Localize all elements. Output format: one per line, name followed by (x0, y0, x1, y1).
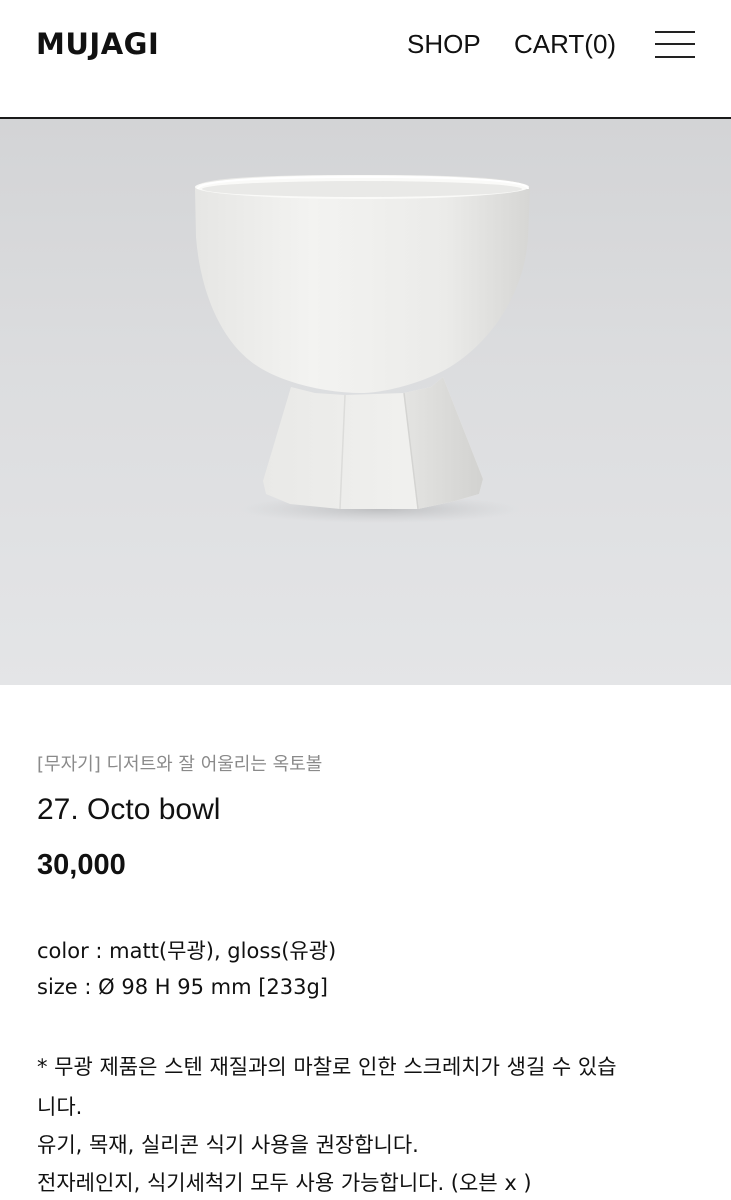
product-category: [무자기] 디저트와 잘 어울리는 옥토볼 (37, 754, 323, 775)
nav-shop-link[interactable]: SHOP (407, 29, 481, 60)
product-price: 30,000 (37, 849, 126, 881)
note-line: * 무광 제품은 스텐 재질과의 마찰로 인한 스크레치가 생길 수 있습 (37, 1055, 617, 1079)
hamburger-menu-icon[interactable] (655, 31, 695, 58)
product-title: 27. Octo bowl (37, 793, 221, 826)
nav-cart-link[interactable]: CART(0) (514, 29, 616, 60)
menu-line-top (655, 31, 695, 33)
spec-color: color : matt(무광), gloss(유광) (37, 939, 337, 963)
menu-line-middle (655, 43, 695, 45)
site-header: MUJAGI SHOP CART(0) (0, 0, 731, 119)
menu-line-bottom (655, 56, 695, 58)
note-line: 전자레인지, 식기세척기 모두 사용 가능합니다. (오븐 x ) (37, 1171, 532, 1195)
note-line: 니다. (37, 1095, 83, 1119)
bowl-cup (195, 175, 530, 393)
brand-logo[interactable]: MUJAGI (36, 27, 159, 61)
note-line: 유기, 목재, 실리콘 식기 사용을 권장합니다. (37, 1133, 419, 1157)
product-hero-image[interactable] (0, 119, 731, 685)
spec-size: size : Ø 98 H 95 mm [233g] (37, 975, 328, 999)
octo-bowl-illustration (195, 175, 530, 523)
